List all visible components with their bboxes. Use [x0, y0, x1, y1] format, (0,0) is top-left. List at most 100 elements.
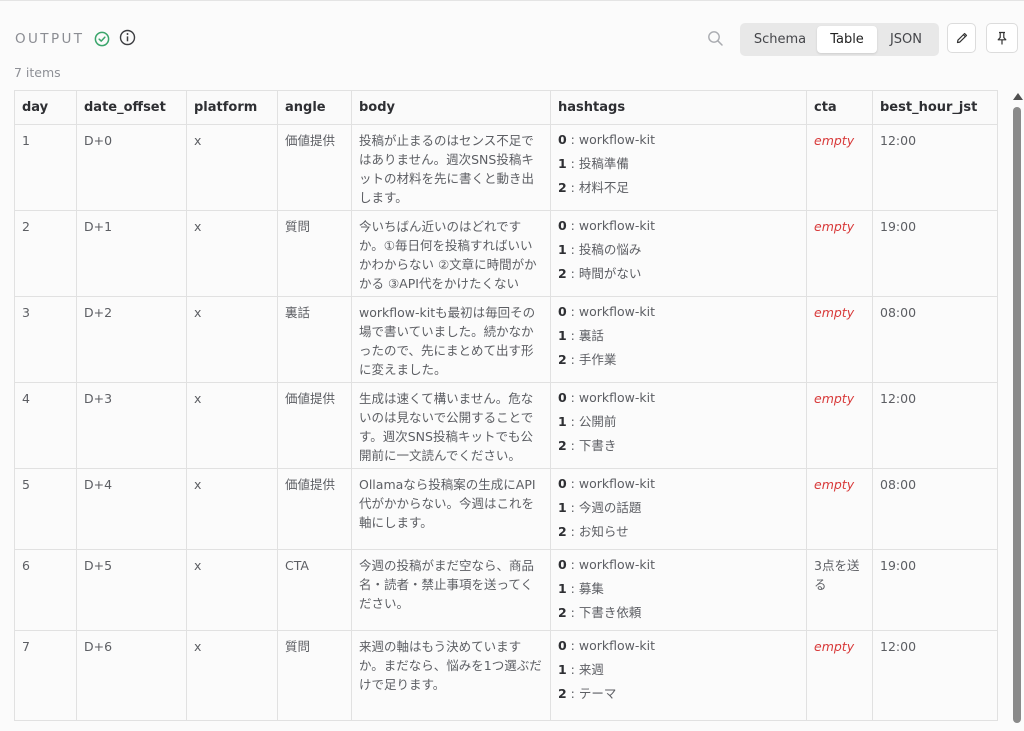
hashtag-item: 0 : workflow-kit — [558, 218, 655, 233]
cell-angle: 価値提供 — [277, 124, 352, 211]
hashtag-value: 公開前 — [578, 414, 617, 429]
hashtag-item: 1 : 募集 — [558, 581, 604, 596]
cell-day: 6 — [14, 549, 77, 631]
cell-day: 7 — [14, 630, 77, 721]
hashtag-value: 募集 — [578, 581, 604, 596]
column-header-date-offset[interactable]: date_offset — [76, 90, 187, 125]
hashtag-index: 2 — [558, 686, 567, 701]
cell-best-hour-jst: 19:00 — [872, 549, 998, 631]
edit-output-button[interactable] — [947, 23, 976, 53]
items-count: 7 items — [14, 65, 61, 80]
hashtag-index: 1 — [558, 500, 567, 515]
hashtag-item: 2 : 下書き依頼 — [558, 605, 642, 620]
hashtag-index: 1 — [558, 662, 567, 677]
cell-hashtags: 0 : workflow-kit 1 : 来週 2 : テーマ — [550, 630, 807, 721]
edit-pencil-icon — [956, 32, 968, 44]
cell-date-offset: D+0 — [76, 124, 187, 211]
hashtag-value: 来週 — [578, 662, 604, 677]
hashtag-value: テーマ — [578, 686, 617, 701]
hashtag-index: 2 — [558, 180, 567, 195]
hashtag-index: 1 — [558, 414, 567, 429]
vertical-scrollbar[interactable] — [1011, 93, 1023, 723]
hashtag-index: 0 — [558, 218, 567, 233]
table-row[interactable]: 5 D+4 x 価値提供 Ollamaなら投稿案の生成にAPI代がかからない。今週はこれ… — [14, 468, 998, 550]
hashtag-value: 裏話 — [578, 328, 604, 343]
column-header-day[interactable]: day — [14, 90, 77, 125]
cell-day: 2 — [14, 210, 77, 297]
hashtag-item: 2 : テーマ — [558, 686, 617, 701]
cell-hashtags: 0 : workflow-kit 1 : 今週の話題 2 : お知らせ — [550, 468, 807, 550]
table-row[interactable]: 4 D+3 x 価値提供 生成は速くて構いません。危ないのは見ないで公開することです。週… — [14, 382, 998, 469]
table-header-row: day date_offset platform angle body hash… — [14, 90, 998, 125]
table-row[interactable]: 7 D+6 x 質問 来週の軸はもう決めていますか。まだなら、悩みを1つ選ぶだけで足りま… — [14, 630, 998, 721]
hashtag-value: workflow-kit — [578, 390, 655, 405]
hashtag-index: 0 — [558, 476, 567, 491]
cell-day: 4 — [14, 382, 77, 469]
column-header-platform[interactable]: platform — [186, 90, 278, 125]
cell-body: Ollamaなら投稿案の生成にAPI代がかからない。今週はこれを軸にします。 — [351, 468, 551, 550]
hashtag-value: 今週の話題 — [578, 500, 642, 515]
pin-icon — [997, 31, 1007, 45]
output-title: OUTPUT — [15, 31, 85, 47]
table-row[interactable]: 6 D+5 x CTA 今週の投稿がまだ空なら、商品名・読者・禁止事項を送ってください。… — [14, 549, 998, 631]
cell-platform: x — [186, 124, 278, 211]
cell-body: 今週の投稿がまだ空なら、商品名・読者・禁止事項を送ってください。 — [351, 549, 551, 631]
hashtag-item: 2 : 時間がない — [558, 266, 642, 281]
cell-platform: x — [186, 549, 278, 631]
hashtag-index: 0 — [558, 390, 567, 405]
column-header-best-hour-jst[interactable]: best_hour_jst — [872, 90, 998, 125]
column-header-cta[interactable]: cta — [806, 90, 873, 125]
cell-hashtags: 0 : workflow-kit 1 : 裏話 2 : 手作業 — [550, 296, 807, 383]
cell-platform: x — [186, 210, 278, 297]
tab-schema[interactable]: Schema — [743, 26, 817, 53]
cell-cta: empty — [806, 468, 873, 550]
hashtag-index: 2 — [558, 605, 567, 620]
cell-day: 3 — [14, 296, 77, 383]
cell-angle: CTA — [277, 549, 352, 631]
cell-date-offset: D+5 — [76, 549, 187, 631]
tab-table[interactable]: Table — [817, 26, 877, 53]
cell-cta: empty — [806, 210, 873, 297]
cell-best-hour-jst: 08:00 — [872, 468, 998, 550]
cell-body: workflow-kitも最初は毎回その場で書いていました。続かなかったので、先… — [351, 296, 551, 383]
cell-platform: x — [186, 296, 278, 383]
hashtag-item: 1 : 来週 — [558, 662, 604, 677]
scroll-up-arrow-icon[interactable] — [1013, 93, 1023, 100]
hashtag-item: 2 : 手作業 — [558, 352, 617, 367]
hashtag-item: 0 : workflow-kit — [558, 557, 655, 572]
cell-platform: x — [186, 468, 278, 550]
search-icon[interactable] — [707, 30, 724, 47]
cell-hashtags: 0 : workflow-kit 1 : 投稿の悩み 2 : 時間がない — [550, 210, 807, 297]
output-header: OUTPUT Schema Table JSON — [0, 1, 1024, 63]
cell-date-offset: D+3 — [76, 382, 187, 469]
tab-json[interactable]: JSON — [877, 26, 935, 53]
cell-angle: 裏話 — [277, 296, 352, 383]
hashtag-item: 1 : 今週の話題 — [558, 500, 642, 515]
info-icon[interactable] — [119, 29, 136, 46]
hashtag-value: workflow-kit — [578, 132, 655, 147]
column-header-hashtags[interactable]: hashtags — [550, 90, 807, 125]
table-row[interactable]: 1 D+0 x 価値提供 投稿が止まるのはセンス不足ではありません。週次SNS投稿キット… — [14, 124, 998, 211]
hashtag-value: 手作業 — [578, 352, 617, 367]
output-table: day date_offset platform angle body hash… — [14, 90, 998, 721]
cell-date-offset: D+2 — [76, 296, 187, 383]
scrollbar-thumb[interactable] — [1013, 107, 1021, 723]
cell-best-hour-jst: 12:00 — [872, 382, 998, 469]
cell-best-hour-jst: 12:00 — [872, 124, 998, 211]
hashtag-item: 1 : 投稿準備 — [558, 156, 629, 171]
hashtag-index: 1 — [558, 328, 567, 343]
cell-platform: x — [186, 382, 278, 469]
cell-body: 来週の軸はもう決めていますか。まだなら、悩みを1つ選ぶだけで足ります。 — [351, 630, 551, 721]
column-header-body[interactable]: body — [351, 90, 551, 125]
hashtag-value: workflow-kit — [578, 557, 655, 572]
table-row[interactable]: 2 D+1 x 質問 今いちばん近いのはどれですか。①毎日何を投稿すればいいかわからない… — [14, 210, 998, 297]
hashtag-value: お知らせ — [578, 524, 629, 539]
hashtag-item: 2 : 材料不足 — [558, 180, 629, 195]
column-header-angle[interactable]: angle — [277, 90, 352, 125]
hashtag-value: workflow-kit — [578, 476, 655, 491]
pin-output-button[interactable] — [986, 23, 1018, 53]
cell-body: 今いちばん近いのはどれですか。①毎日何を投稿すればいいかわからない ②文章に時間… — [351, 210, 551, 297]
table-row[interactable]: 3 D+2 x 裏話 workflow-kitも最初は毎回その場で書いていました。続かな… — [14, 296, 998, 383]
cell-cta: 3点を送る — [806, 549, 873, 631]
hashtag-item: 1 : 公開前 — [558, 414, 617, 429]
